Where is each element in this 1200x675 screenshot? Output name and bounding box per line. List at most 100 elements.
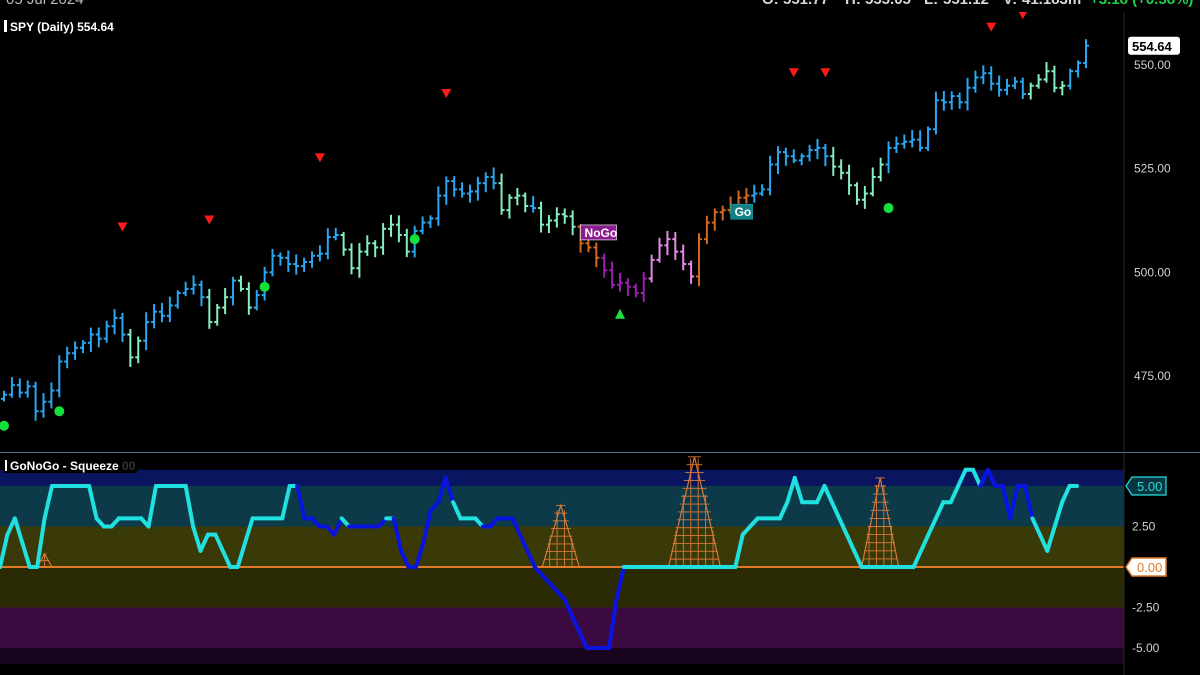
oscillator-zone-band bbox=[0, 607, 1124, 648]
price-bar bbox=[743, 188, 750, 204]
last-price-tag: 554.64 bbox=[1128, 36, 1180, 55]
price-bar bbox=[751, 184, 758, 203]
indicator-title: GoNoGo - Squeeze 00 bbox=[3, 459, 138, 473]
sell-triangle-icon bbox=[204, 215, 215, 225]
high-label: H: bbox=[845, 0, 861, 8]
price-bar bbox=[538, 201, 545, 233]
price-bar bbox=[1011, 76, 1018, 90]
price-bar bbox=[617, 272, 624, 292]
last-price-text: 554.64 bbox=[1132, 39, 1173, 54]
price-bar bbox=[95, 327, 102, 348]
price-bar bbox=[1067, 68, 1074, 90]
price-bar bbox=[861, 186, 868, 209]
indicator-tick-label: -5.00 bbox=[1132, 641, 1160, 655]
price-bar bbox=[316, 245, 323, 262]
regime-badge: NoGo bbox=[580, 224, 618, 241]
open-value: 551.77 bbox=[783, 0, 829, 8]
price-bar bbox=[719, 205, 726, 221]
price-bar bbox=[135, 336, 142, 364]
price-bar bbox=[372, 240, 379, 258]
price-bar bbox=[814, 138, 821, 160]
price-bar bbox=[198, 280, 205, 307]
price-bar bbox=[664, 230, 671, 256]
price-bar bbox=[996, 75, 1003, 97]
price-bar bbox=[822, 144, 829, 167]
price-bar bbox=[917, 130, 924, 152]
open-label: O: bbox=[762, 0, 779, 8]
low-value: 551.12 bbox=[943, 0, 989, 8]
oscillator-zone-band bbox=[0, 648, 1124, 665]
price-bar bbox=[127, 328, 134, 367]
price-bar bbox=[158, 302, 165, 323]
price-bar bbox=[1075, 60, 1082, 78]
low-label: L: bbox=[924, 0, 938, 8]
price-bar bbox=[893, 136, 900, 153]
price-bar bbox=[466, 184, 473, 203]
price-bar bbox=[253, 289, 260, 311]
price-bar bbox=[380, 223, 387, 255]
price-bar bbox=[482, 172, 489, 193]
price-bar bbox=[632, 283, 639, 298]
price-bar bbox=[648, 254, 655, 283]
price-bar bbox=[16, 378, 23, 398]
price-bar bbox=[119, 312, 126, 342]
price-bar bbox=[506, 194, 513, 219]
price-bar bbox=[143, 312, 150, 351]
price-bar bbox=[443, 176, 450, 205]
indicator-tick-label: -2.50 bbox=[1132, 601, 1160, 615]
price-bar bbox=[40, 393, 47, 418]
price-bar bbox=[869, 167, 876, 197]
price-bar bbox=[403, 228, 410, 258]
regime-badge-text: NoGo bbox=[585, 226, 618, 240]
price-bar bbox=[435, 186, 442, 226]
price-bar bbox=[1083, 39, 1089, 69]
price-bar bbox=[1027, 82, 1034, 100]
sell-triangle-icon bbox=[820, 68, 831, 78]
price-bar bbox=[151, 303, 158, 329]
go-dot-icon bbox=[0, 420, 9, 431]
price-bar bbox=[174, 290, 181, 309]
price-bar bbox=[593, 242, 600, 268]
price-bar bbox=[545, 215, 552, 234]
price-bar bbox=[885, 141, 892, 174]
price-bar bbox=[838, 159, 845, 180]
price-bar bbox=[309, 251, 316, 268]
price-bar bbox=[230, 276, 237, 306]
price-bar bbox=[182, 281, 189, 297]
price-bar bbox=[790, 149, 797, 164]
price-bar bbox=[609, 261, 616, 289]
sell-triangle-icon bbox=[314, 153, 325, 163]
price-bar bbox=[1019, 77, 1026, 99]
price-bar bbox=[601, 253, 608, 278]
price-bar bbox=[79, 340, 86, 354]
price-bar bbox=[395, 215, 402, 243]
price-bar bbox=[909, 129, 916, 148]
price-chart[interactable]: NoGo Go 475.00 500.00 525.00 550.00 554.64 bbox=[0, 12, 1200, 452]
price-bar bbox=[301, 257, 308, 273]
price-bar bbox=[285, 250, 292, 272]
price-bar bbox=[1004, 78, 1011, 96]
price-bar bbox=[696, 233, 703, 287]
price-bar bbox=[561, 208, 568, 224]
price-bar bbox=[798, 153, 805, 166]
current-value-text: 5.00 bbox=[1137, 479, 1162, 494]
price-bar bbox=[1051, 65, 1058, 93]
title-marker-icon bbox=[4, 20, 7, 32]
price-bar bbox=[1, 390, 7, 402]
price-bar bbox=[474, 176, 481, 201]
indicator-tick-label: 2.50 bbox=[1132, 520, 1156, 534]
price-bar bbox=[656, 237, 663, 263]
price-bar bbox=[56, 355, 63, 398]
price-bar bbox=[48, 382, 55, 409]
price-bar bbox=[293, 254, 300, 275]
price-bar bbox=[680, 244, 687, 271]
price-bar bbox=[940, 91, 947, 111]
go-dot-icon bbox=[883, 203, 894, 214]
sell-triangle-icon bbox=[788, 68, 799, 78]
price-bar bbox=[277, 252, 284, 266]
squeeze-indicator-chart[interactable]: 2.50 -2.50 -5.00 5.00 0.00 bbox=[0, 453, 1200, 675]
price-bar bbox=[569, 210, 576, 236]
oscillator-zone-band bbox=[0, 567, 1124, 608]
price-bar bbox=[948, 91, 955, 110]
price-bar bbox=[324, 228, 331, 260]
